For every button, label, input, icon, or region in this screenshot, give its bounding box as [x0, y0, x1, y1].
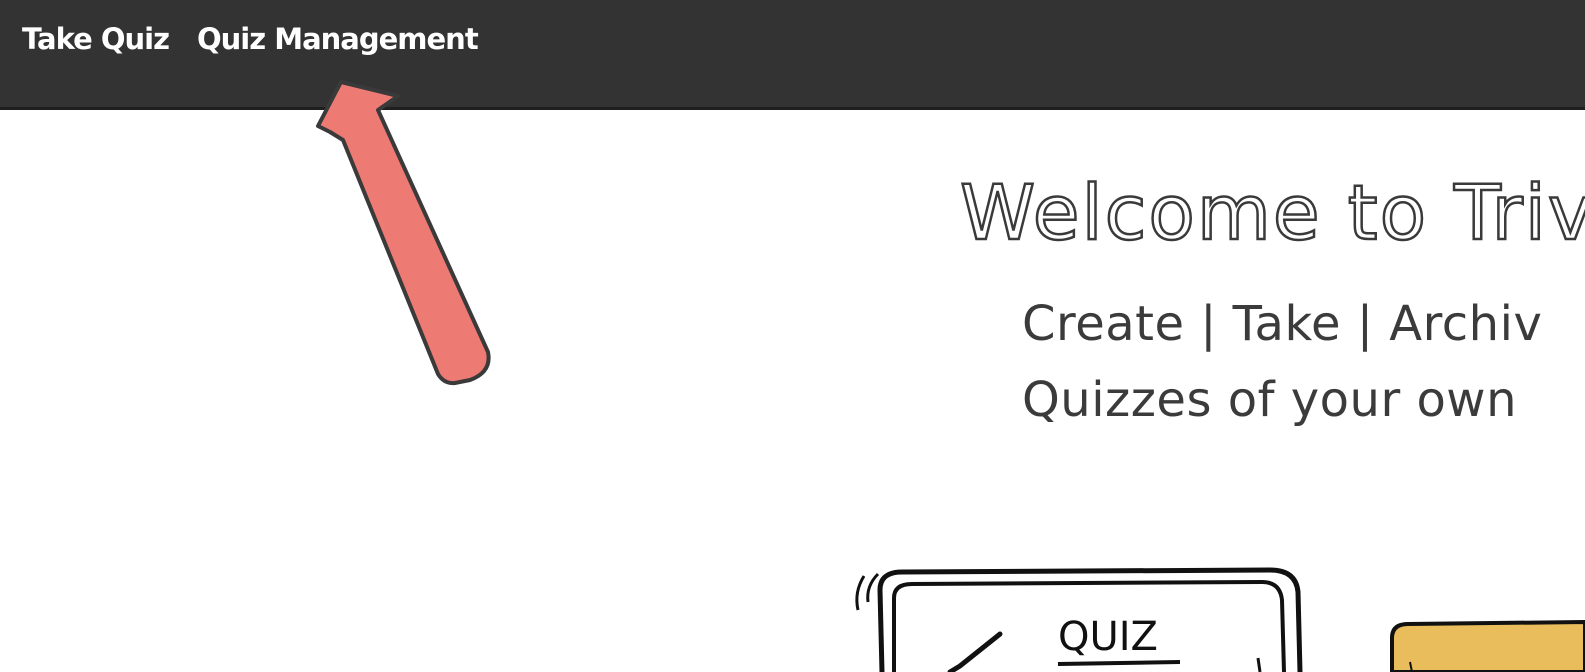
quiz-board-illustration: QUIZ [855, 567, 1303, 672]
hero-title: Welcome to Triv [959, 167, 1585, 259]
hero-subtitle-line2: Quizzes of your own [1022, 372, 1517, 428]
quiz-label: QUIZ [1058, 614, 1158, 660]
yellow-card-illustration [1390, 619, 1585, 672]
hero-subtitle-line1: Create | Take | Archiv [1022, 296, 1543, 352]
annotation-arrow-icon [316, 80, 491, 386]
